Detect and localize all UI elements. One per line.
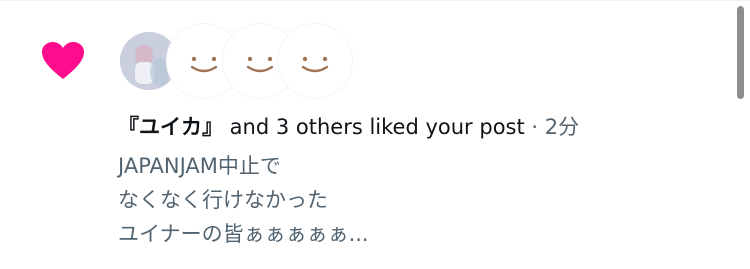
heart-icon: [41, 41, 85, 81]
post-line: なくなく行けなかった: [118, 188, 328, 212]
action-text: and 3 others liked your post: [223, 115, 525, 139]
post-snippet[interactable]: JAPANJAM中止で なくなく行けなかった ユイナーの皆ぁぁぁぁぁ...: [118, 149, 369, 251]
smiley-icon: [278, 24, 352, 98]
actor-name[interactable]: 『ユイカ』: [118, 115, 223, 139]
scrollbar-thumb[interactable]: [737, 6, 744, 99]
notification-headline[interactable]: 『ユイカ』 and 3 others liked your post · 2分: [118, 112, 579, 142]
post-line: JAPANJAM中止で: [118, 154, 281, 178]
timestamp: 2分: [544, 115, 580, 139]
post-line: ユイナーの皆ぁぁぁぁぁ...: [118, 222, 369, 246]
separator: ·: [524, 115, 545, 139]
avatar-placeholder[interactable]: [277, 23, 353, 99]
top-divider: [0, 0, 750, 1]
